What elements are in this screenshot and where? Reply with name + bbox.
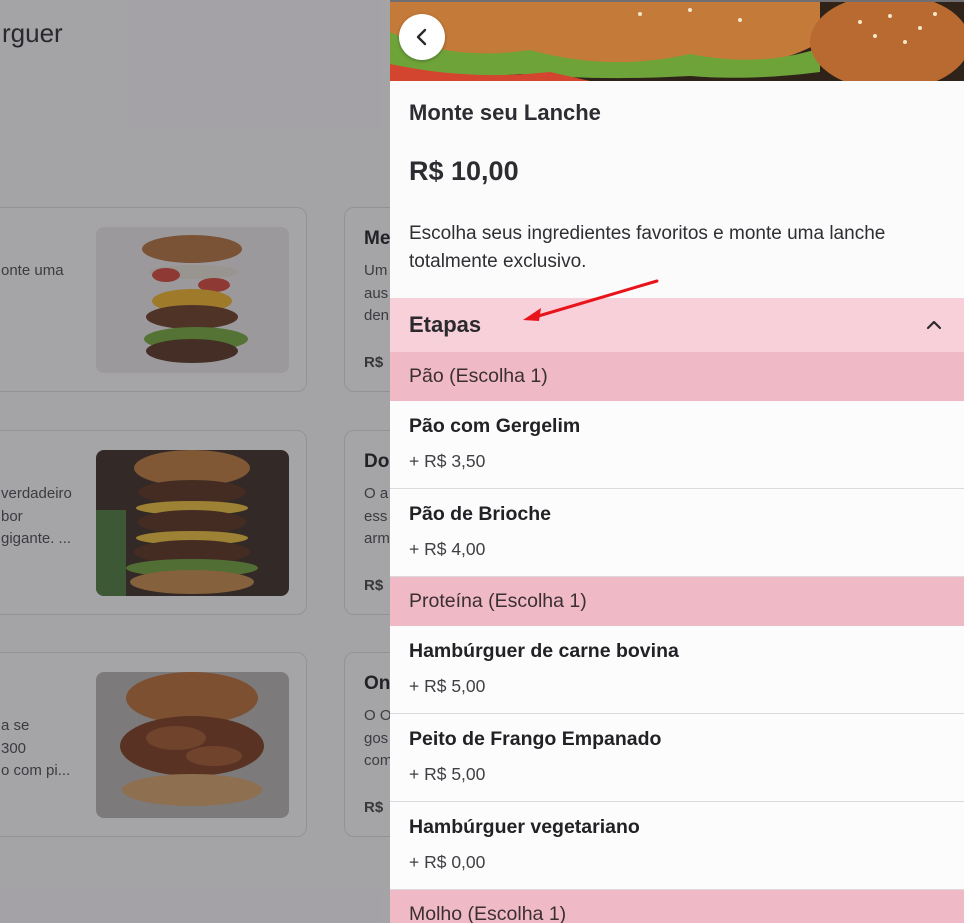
step-group-label: Proteína (Escolha 1) [409, 590, 587, 612]
product-title: Monte seu Lanche [409, 100, 601, 125]
ingredient-option[interactable]: Hambúrguer vegetariano + R$ 0,00 [390, 802, 964, 890]
ingredient-option[interactable]: Pão com Gergelim + R$ 3,50 [390, 401, 964, 489]
chevron-left-icon [416, 28, 427, 46]
steps-section-header[interactable]: Etapas [390, 298, 964, 352]
chevron-up-icon [926, 320, 942, 330]
option-price: + R$ 3,50 [409, 451, 486, 471]
product-detail-drawer: Monte seu Lanche R$ 10,00 Escolha seus i… [390, 0, 964, 923]
hero-image [390, 2, 964, 81]
option-name: Pão de Brioche [409, 503, 551, 525]
step-group-header: Proteína (Escolha 1) [390, 577, 964, 626]
step-group-label: Molho (Escolha 1) [409, 903, 567, 923]
option-name: Peito de Frango Empanado [409, 728, 662, 750]
back-button[interactable] [399, 14, 445, 60]
step-group-label: Pão (Escolha 1) [409, 365, 548, 387]
ingredient-option[interactable]: Hambúrguer de carne bovina + R$ 5,00 [390, 626, 964, 714]
steps-label: Etapas [409, 312, 482, 337]
ingredient-option[interactable]: Pão de Brioche + R$ 4,00 [390, 489, 964, 577]
option-price: + R$ 4,00 [409, 539, 486, 559]
option-name: Hambúrguer de carne bovina [409, 640, 679, 662]
option-price: + R$ 5,00 [409, 764, 486, 784]
product-price: R$ 10,00 [409, 156, 519, 186]
option-name: Hambúrguer vegetariano [409, 816, 640, 838]
step-group-header: Pão (Escolha 1) [390, 352, 964, 401]
product-description: Escolha seus ingredientes favoritos e mo… [409, 223, 886, 272]
option-price: + R$ 5,00 [409, 676, 486, 696]
option-name: Pão com Gergelim [409, 415, 581, 437]
option-price: + R$ 0,00 [409, 852, 486, 872]
step-group-header: Molho (Escolha 1) [390, 890, 964, 923]
ingredient-option[interactable]: Peito de Frango Empanado + R$ 5,00 [390, 714, 964, 802]
